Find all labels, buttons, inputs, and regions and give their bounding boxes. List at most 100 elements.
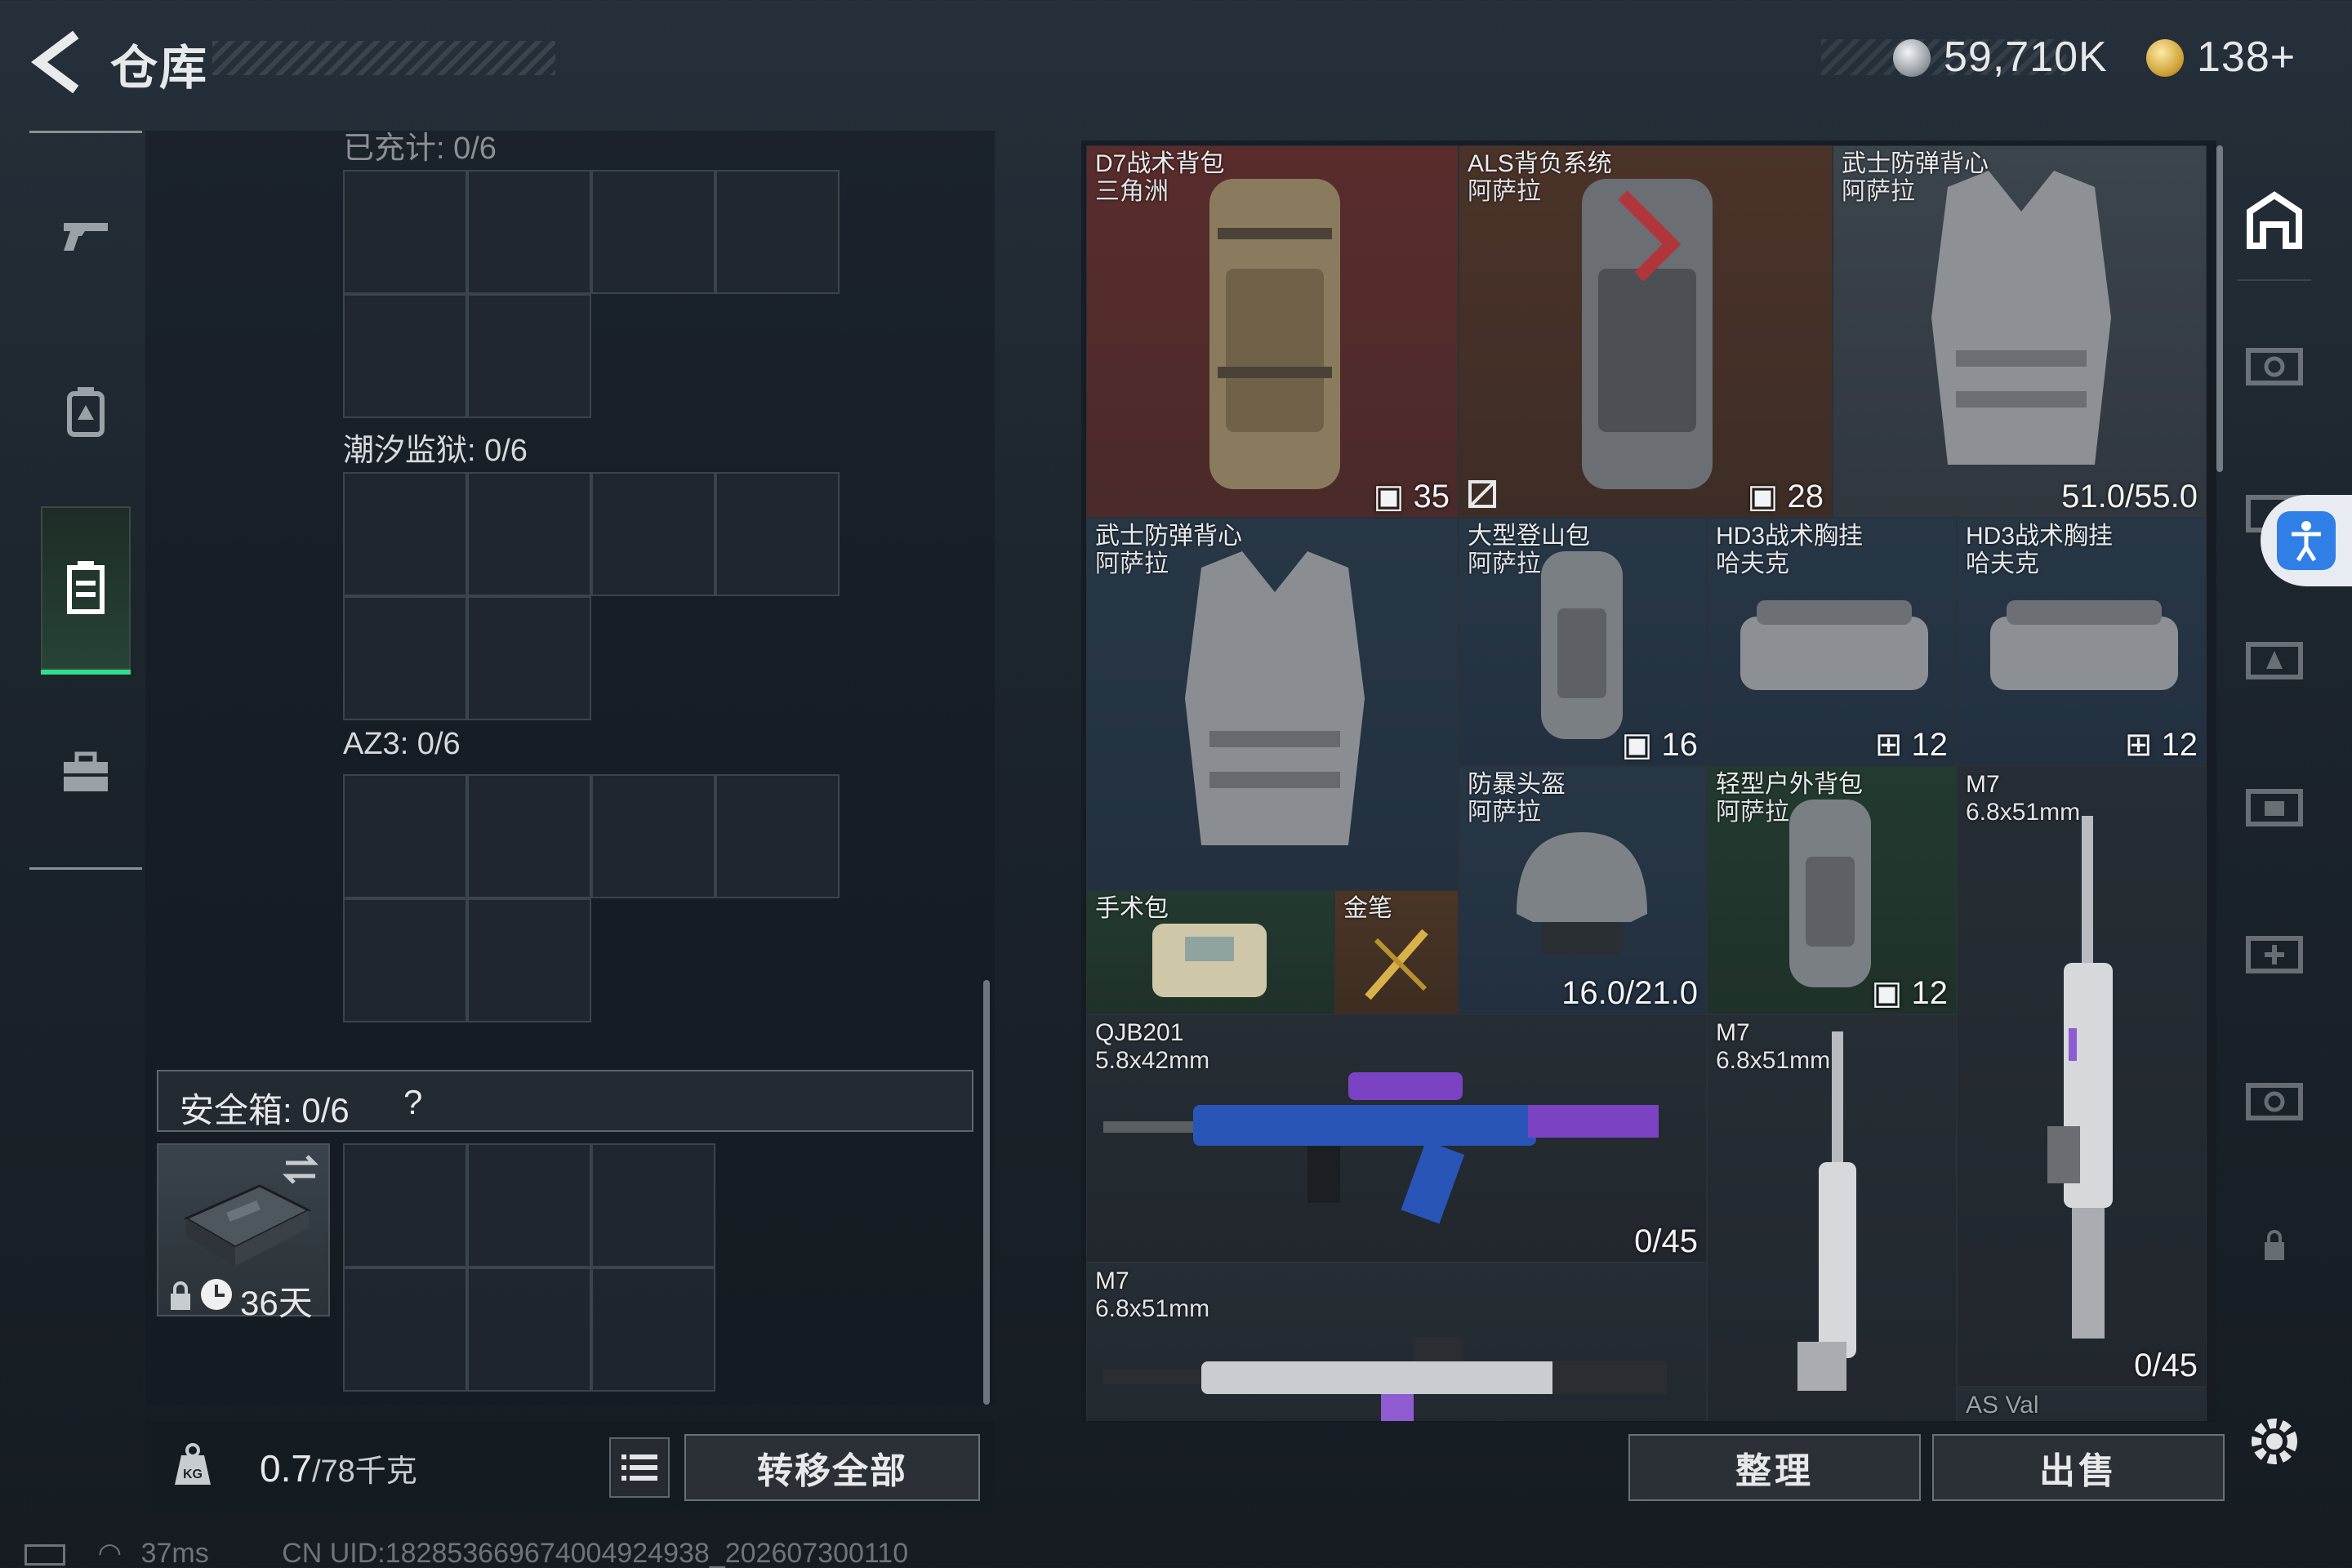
grid-cell[interactable] [467, 596, 591, 720]
inventory-item-samurai-vest-2[interactable]: 武士防弹背心 阿萨拉 [1086, 518, 1459, 890]
svg-text:KG: KG [183, 1468, 203, 1481]
right-tab-stash-5[interactable] [2238, 915, 2311, 988]
title-decoration [212, 41, 555, 75]
inventory-item-d7-backpack[interactable]: D7战术背包 三角洲 ▣ 35 [1086, 145, 1459, 518]
grid-cell[interactable] [467, 1143, 591, 1267]
grid-cell[interactable] [591, 472, 715, 596]
inventory-item-light-pack[interactable]: 轻型户外背包 阿萨拉 ▣ 12 [1707, 766, 1957, 1014]
grid-cell[interactable] [591, 1143, 715, 1267]
accessibility-icon [2277, 511, 2336, 570]
inventory-item-qjb201[interactable]: QJB201 5.8x42mm 0/45 [1086, 1014, 1707, 1263]
backpack-icon [67, 387, 105, 437]
grid-cell[interactable] [467, 898, 591, 1022]
silver-coin-icon [1893, 39, 1931, 77]
rifle-icon [1103, 1072, 1659, 1224]
right-tab-stash-3[interactable] [2238, 621, 2311, 694]
container-grid-3 [343, 774, 841, 1022]
arrange-button[interactable]: 整理 [1628, 1434, 1921, 1501]
rifle-icon [2047, 816, 2113, 1339]
inventory-item-gold-pen[interactable]: 金笔 [1334, 890, 1459, 1014]
grid-cell[interactable] [343, 170, 467, 294]
grid-cell[interactable] [715, 472, 840, 596]
grid-cell[interactable] [467, 472, 591, 596]
right-tab-locked[interactable] [2238, 1209, 2311, 1282]
safe-box-item[interactable]: 36天 [157, 1143, 330, 1322]
grid-cell[interactable] [467, 294, 591, 418]
left-scrollbar[interactable] [983, 980, 990, 1405]
right-tab-stash-6[interactable] [2238, 1062, 2311, 1135]
inventory-item-m7-second[interactable]: M7 6.8x51mm [1707, 1014, 1957, 1421]
item-value: ▣ 28 [1747, 479, 1824, 514]
vest-icon [1931, 171, 2111, 465]
safe-item-days: 36天 [240, 1284, 313, 1322]
help-icon[interactable]: ? [403, 1083, 422, 1122]
no-trade-icon [1468, 480, 1496, 508]
rifle-icon [1797, 1031, 1856, 1391]
grid-cell[interactable] [343, 774, 467, 898]
item-sub: 阿萨拉 [1716, 799, 1789, 826]
right-tab-stash-4[interactable] [2238, 768, 2311, 841]
item-name: 金笔 [1343, 895, 1392, 922]
rail-tab-weapons[interactable] [41, 188, 131, 278]
grid-cell[interactable] [467, 1267, 591, 1392]
back-button[interactable] [24, 29, 90, 95]
right-tab-stash-1[interactable] [2238, 327, 2311, 400]
grid-cell[interactable] [715, 170, 840, 294]
settings-gear-icon[interactable] [2238, 1405, 2311, 1478]
item-value: ▣ 12 [1871, 975, 1948, 1011]
vest-icon [1185, 551, 1365, 845]
clock-icon [201, 1279, 232, 1310]
safe-box-label: 安全箱: 0/6 [180, 1091, 350, 1129]
inventory-item-m7-horizontal[interactable]: M7 6.8x51mm [1086, 1263, 1707, 1421]
inventory-item-m7-vertical[interactable]: M7 6.8x51mm 0/45 [1957, 766, 2207, 1387]
grid-cell[interactable] [715, 774, 840, 898]
grid-cell[interactable] [591, 1267, 715, 1392]
grid-cell[interactable] [343, 294, 467, 418]
battery-icon [24, 1544, 65, 1566]
inventory-item-hd3-rig-2[interactable]: HD3战术胸挂 哈夫克 ⊞ 12 [1957, 518, 2207, 766]
stash-icon [2246, 1083, 2303, 1120]
item-name: QJB201 [1095, 1019, 1184, 1046]
list-view-button[interactable] [609, 1437, 670, 1498]
helmet-icon [1517, 832, 1647, 955]
rail-tab-toolbox[interactable] [41, 727, 131, 817]
item-name: 防暴头盔 [1468, 771, 1566, 798]
container-grid-2 [343, 472, 841, 720]
inventory-item-als-system[interactable]: ALS背负系统 阿萨拉 ▣ 28 [1459, 145, 1833, 518]
capacity-icon: ▣ [1871, 975, 1912, 1011]
inventory-item-mountain-pack[interactable]: 大型登山包 阿萨拉 ▣ 16 [1459, 518, 1707, 766]
weight-max: /78千克 [311, 1454, 417, 1489]
ping-readout: 37ms [140, 1538, 209, 1568]
inventory-item-as-val[interactable]: AS Val [1957, 1387, 2207, 1421]
right-tab-warehouse[interactable] [2238, 183, 2311, 256]
item-sub: 阿萨拉 [1468, 178, 1541, 205]
inventory-item-hd3-rig[interactable]: HD3战术胸挂 哈夫克 ⊞ 12 [1707, 518, 1957, 766]
grid-cell[interactable] [343, 472, 467, 596]
currency-secondary[interactable]: 138+ [2197, 33, 2296, 82]
weight-readout: 0.7/78千克 [260, 1446, 417, 1490]
swap-icon[interactable] [281, 1153, 320, 1186]
inventory-item-riot-helmet[interactable]: 防暴头盔 阿萨拉 16.0/21.0 [1459, 766, 1707, 1014]
gold-coin-icon [2146, 39, 2184, 77]
currency-primary[interactable]: 59,710K [1944, 33, 2108, 82]
grid-cell[interactable] [343, 1267, 467, 1392]
grid-cell[interactable] [591, 774, 715, 898]
grid-cell[interactable] [591, 170, 715, 294]
rail-tab-gear[interactable] [41, 366, 131, 456]
grid-cell[interactable] [343, 898, 467, 1022]
grid-cell[interactable] [467, 774, 591, 898]
grid-cell[interactable] [343, 596, 467, 720]
inventory-item-surgery-kit[interactable]: 手术包 [1086, 890, 1334, 1014]
item-value: ▣ 35 [1373, 479, 1450, 514]
grid-cell[interactable] [467, 170, 591, 294]
rail-tab-container[interactable] [41, 506, 131, 670]
item-name: M7 [1966, 771, 2000, 798]
transfer-all-button[interactable]: 转移全部 [684, 1434, 980, 1501]
grid-cell[interactable] [343, 1143, 467, 1267]
sell-button[interactable]: 出售 [1932, 1434, 2225, 1501]
toolbox-icon [64, 751, 108, 791]
accessibility-button[interactable] [2261, 495, 2352, 586]
inventory-item-samurai-vest[interactable]: 武士防弹背心 阿萨拉 51.0/55.0 [1833, 145, 2207, 518]
inventory-scrollbar[interactable] [2216, 145, 2223, 472]
item-name: AS Val [1966, 1392, 2039, 1419]
